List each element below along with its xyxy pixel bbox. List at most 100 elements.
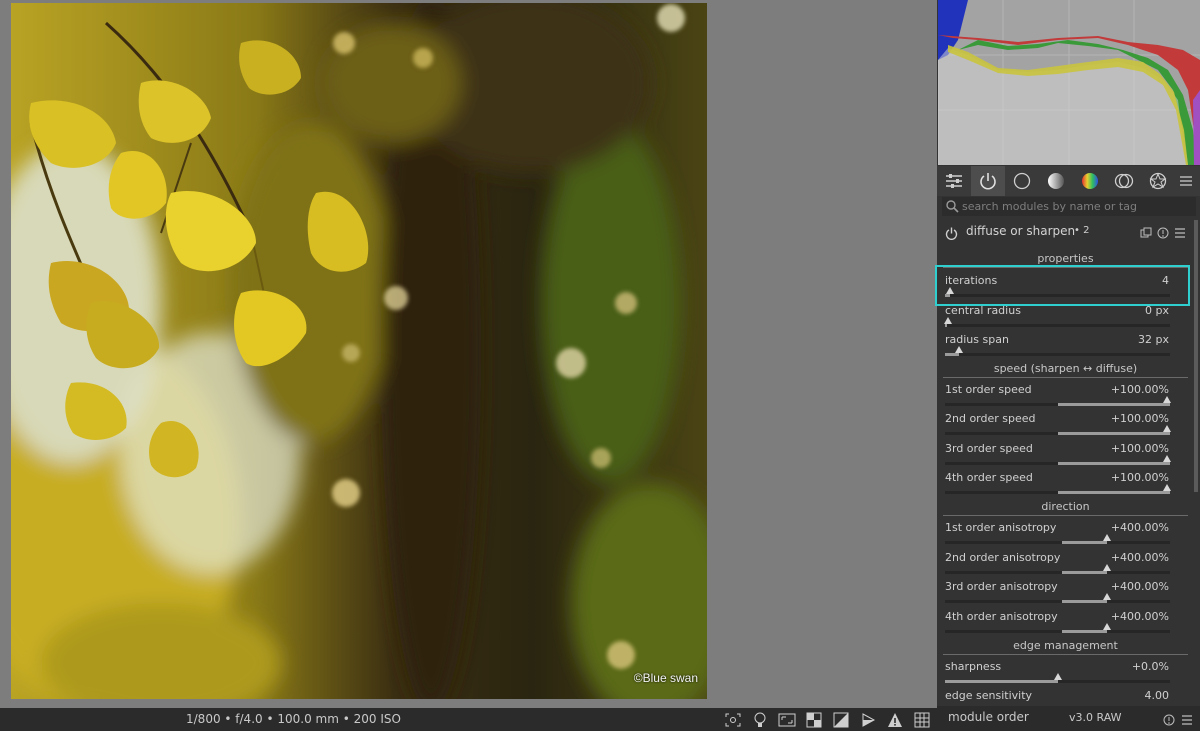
presets-icon[interactable]: [1174, 224, 1186, 243]
speed-3rd-slider[interactable]: 3rd order speed +100.00%: [937, 439, 1200, 469]
slider-handle[interactable]: [1163, 396, 1171, 403]
exif-info: 1/800 • f/4.0 • 100.0 mm • 200 ISO: [186, 712, 401, 726]
reset-icon[interactable]: [1157, 224, 1169, 243]
central-radius-slider[interactable]: central radius 0 px: [937, 301, 1200, 331]
color-assessment-icon[interactable]: [749, 710, 771, 729]
warning-icon[interactable]: [884, 710, 906, 729]
slider-value: +400.00%: [1110, 551, 1169, 564]
slider-track[interactable]: [945, 564, 1170, 574]
slider-value: +100.00%: [1110, 383, 1169, 396]
right-panel: diffuse or sharpen • 2 properties iterat…: [937, 0, 1200, 731]
correct-icon[interactable]: [1107, 166, 1141, 196]
radius-span-slider[interactable]: radius span 32 px: [937, 330, 1200, 360]
slider-handle[interactable]: [1163, 455, 1171, 462]
slider-label: 3rd order anisotropy: [945, 580, 1058, 593]
base-icon[interactable]: [1005, 166, 1039, 196]
slider-label: radius span: [945, 333, 1009, 346]
presets-icon[interactable]: [1181, 711, 1193, 730]
module-title: diffuse or sharpen: [966, 224, 1076, 238]
effect-icon[interactable]: [1141, 166, 1175, 196]
bottom-toolbar-icons: [722, 710, 933, 729]
slider-label: iterations: [945, 274, 998, 287]
slider-track[interactable]: [944, 317, 1170, 327]
photo-watermark: ©Blue swan: [633, 671, 698, 685]
focus-peaking-icon[interactable]: [722, 710, 744, 729]
slider-label: edge sensitivity: [945, 689, 1033, 702]
slider-value: +100.00%: [1110, 442, 1169, 455]
tone-icon[interactable]: [1039, 166, 1073, 196]
slider-track[interactable]: [945, 455, 1171, 465]
slider-track[interactable]: [945, 593, 1170, 603]
slider-label: sharpness: [945, 660, 1002, 673]
quick-access-icon[interactable]: [937, 166, 971, 196]
slider-track[interactable]: [945, 484, 1171, 494]
slider-label: 1st order anisotropy: [945, 521, 1057, 534]
module-order-version[interactable]: v3.0 RAW: [1069, 711, 1122, 724]
slider-handle[interactable]: [1103, 623, 1111, 630]
iterations-slider[interactable]: iterations 4: [937, 271, 1200, 301]
slider-label: central radius: [945, 304, 1021, 317]
slider-label: 4th order speed: [945, 471, 1033, 484]
anisotropy-2nd-slider[interactable]: 2nd order anisotropy +400.00%: [937, 548, 1200, 578]
slider-handle[interactable]: [944, 317, 952, 324]
slider-value: +400.00%: [1110, 580, 1169, 593]
slider-label: 4th order anisotropy: [945, 610, 1058, 623]
module-order-label: module order: [948, 710, 1029, 724]
multi-instance-icon[interactable]: [1140, 224, 1152, 243]
reset-icon[interactable]: [1163, 711, 1175, 730]
softproof-icon[interactable]: [776, 710, 798, 729]
slider-track[interactable]: [945, 425, 1171, 435]
slider-track[interactable]: [945, 534, 1170, 544]
rawoverexposed-icon[interactable]: [857, 710, 879, 729]
slider-value: +0.0%: [1131, 660, 1169, 673]
slider-track[interactable]: [945, 396, 1171, 406]
footer-icons: [1163, 711, 1193, 730]
slider-handle[interactable]: [1054, 673, 1062, 680]
module-search: [942, 197, 1196, 216]
anisotropy-1st-slider[interactable]: 1st order anisotropy +400.00%: [937, 518, 1200, 548]
slider-track[interactable]: [945, 287, 1170, 297]
histogram-graph: [938, 0, 1200, 165]
slider-value: +100.00%: [1110, 412, 1169, 425]
menu-icon[interactable]: [1175, 166, 1197, 196]
bottom-toolbar: 1/800 • f/4.0 • 100.0 mm • 200 ISO: [0, 708, 937, 731]
module-power-icon[interactable]: [945, 225, 958, 244]
module-header[interactable]: diffuse or sharpen • 2: [937, 219, 1200, 245]
gamut-check-icon[interactable]: [803, 710, 825, 729]
histogram[interactable]: [938, 0, 1200, 165]
slider-label: 3rd order speed: [945, 442, 1033, 455]
module-header-buttons: [1140, 224, 1186, 243]
anisotropy-3rd-slider[interactable]: 3rd order anisotropy +400.00%: [937, 577, 1200, 607]
section-direction: direction: [943, 495, 1188, 516]
speed-2nd-slider[interactable]: 2nd order speed +100.00%: [937, 409, 1200, 439]
active-modules-icon[interactable]: [971, 166, 1005, 196]
center-view: ©Blue swan: [0, 0, 937, 708]
slider-track[interactable]: [945, 673, 1170, 683]
slider-track[interactable]: [945, 623, 1170, 633]
panel-scrollbar[interactable]: [1194, 220, 1198, 492]
slider-handle[interactable]: [1163, 425, 1171, 432]
slider-handle[interactable]: [955, 346, 963, 353]
slider-handle[interactable]: [1103, 534, 1111, 541]
guides-icon[interactable]: [911, 710, 933, 729]
slider-value: +100.00%: [1110, 471, 1169, 484]
photo-preview[interactable]: ©Blue swan: [11, 3, 707, 699]
slider-handle[interactable]: [1103, 593, 1111, 600]
edge-sensitivity-slider[interactable]: edge sensitivity 4.00: [937, 686, 1200, 702]
color-icon[interactable]: [1073, 166, 1107, 196]
slider-handle[interactable]: [1103, 564, 1111, 571]
speed-4th-slider[interactable]: 4th order speed +100.00%: [937, 468, 1200, 498]
section-edge-management: edge management: [943, 634, 1188, 655]
search-input[interactable]: [962, 200, 1196, 213]
slider-track[interactable]: [945, 346, 1170, 356]
slider-value: 4: [1162, 274, 1169, 287]
slider-handle[interactable]: [1163, 484, 1171, 491]
slider-handle[interactable]: [946, 287, 954, 294]
speed-1st-slider[interactable]: 1st order speed +100.00%: [937, 380, 1200, 410]
sharpness-slider[interactable]: sharpness +0.0%: [937, 657, 1200, 687]
slider-label: 2nd order speed: [945, 412, 1036, 425]
anisotropy-4th-slider[interactable]: 4th order anisotropy +400.00%: [937, 607, 1200, 637]
overexposed-icon[interactable]: [830, 710, 852, 729]
module-parameters: properties iterations 4 central radius 0…: [937, 247, 1200, 702]
section-speed: speed (sharpen ↔ diffuse): [943, 357, 1188, 378]
